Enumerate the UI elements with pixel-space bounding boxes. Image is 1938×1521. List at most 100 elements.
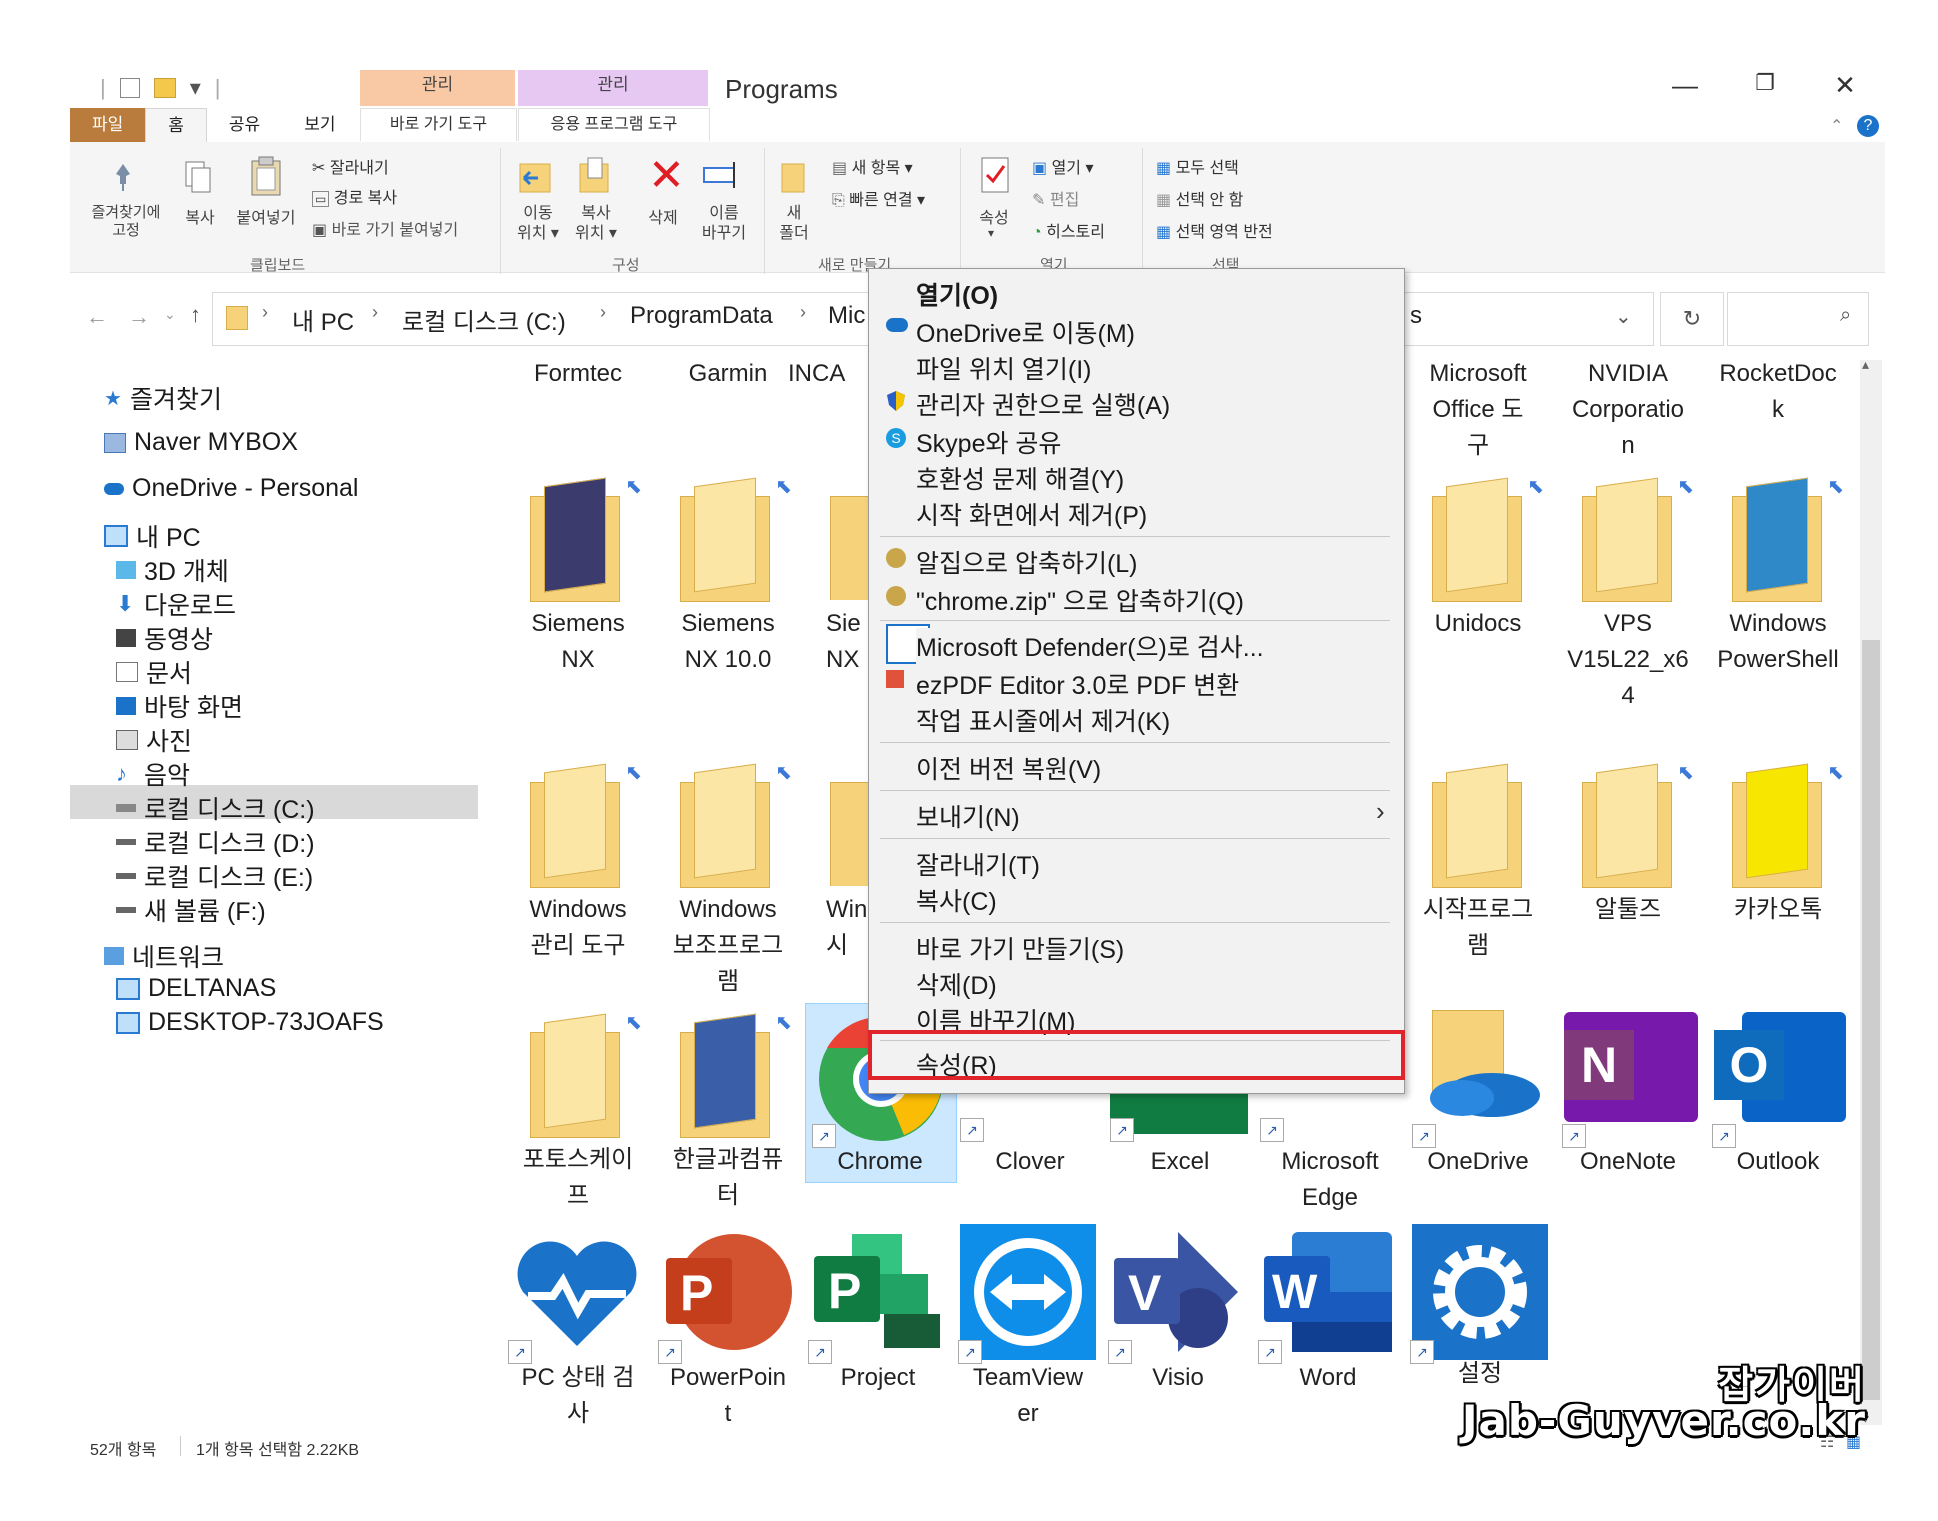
- nav-videos[interactable]: 동영상: [116, 620, 213, 656]
- menu-copy[interactable]: 복사(C): [916, 882, 997, 918]
- folder-hancom-icon[interactable]: ⬉: [680, 1012, 792, 1138]
- folder-altools-icon[interactable]: ⬉: [1582, 762, 1694, 888]
- menu-share-skype[interactable]: Skype와 공유: [916, 424, 1061, 460]
- breadcrumb-microsoft[interactable]: Mic: [828, 302, 865, 330]
- menu-open-file-location[interactable]: 파일 위치 열기(I): [916, 350, 1092, 386]
- tab-shortcut-tools[interactable]: 바로 가기 도구: [360, 108, 517, 141]
- easy-access-button[interactable]: ⎘ 빠른 연결 ▾: [832, 186, 925, 210]
- folder-kakaotalk-icon[interactable]: ⬉: [1732, 762, 1844, 888]
- tab-app-tools[interactable]: 응용 프로그램 도구: [518, 108, 710, 141]
- breadcrumb-local-disk-c[interactable]: 로컬 디스크 (C:): [402, 302, 566, 337]
- tab-view[interactable]: 보기: [282, 108, 357, 142]
- nav-quick-access[interactable]: ★ 즐겨찾기: [104, 380, 222, 416]
- nav-naver-mybox[interactable]: Naver MYBOX: [104, 428, 298, 457]
- properties-quick-icon[interactable]: [119, 78, 140, 98]
- forward-arrow-icon[interactable]: →: [128, 304, 150, 330]
- folder-formtec-label[interactable]: Formtec: [508, 356, 648, 392]
- nav-network[interactable]: 네트워크: [104, 938, 224, 974]
- menu-create-shortcut[interactable]: 바로 가기 만들기(S): [916, 930, 1124, 966]
- folder-windows-admin-icon[interactable]: ⬉: [530, 762, 642, 888]
- open-button[interactable]: ▣ 열기 ▾: [1032, 154, 1093, 178]
- nav-pictures[interactable]: 사진: [116, 722, 192, 758]
- nav-volume-f[interactable]: 새 볼륨 (F:): [116, 892, 266, 928]
- customize-qat-icon[interactable]: ▾: [190, 75, 201, 101]
- breadcrumb-programs-tail[interactable]: s: [1410, 302, 1422, 330]
- paste-shortcut-button[interactable]: ▣ 바로 가기 붙여넣기: [312, 216, 458, 240]
- delete-button[interactable]: 삭제: [638, 204, 688, 228]
- powerpoint-icon[interactable]: P ↗: [658, 1226, 796, 1364]
- minimize-button[interactable]: —: [1655, 70, 1715, 101]
- menu-run-as-admin[interactable]: 관리자 권한으로 실행(A): [916, 386, 1170, 422]
- scroll-up-icon[interactable]: ▴: [1862, 356, 1869, 373]
- settings-gear-icon[interactable]: ↗: [1410, 1222, 1552, 1364]
- select-none-button[interactable]: ▦ 선택 안 함: [1156, 186, 1243, 210]
- folder-garmin-label[interactable]: Garmin: [658, 356, 798, 392]
- nav-3d-objects[interactable]: 3D 개체: [116, 552, 229, 588]
- new-folder-button[interactable]: 새 폴더: [774, 204, 814, 244]
- menu-move-to-onedrive[interactable]: OneDrive로 이동(M): [916, 314, 1135, 350]
- menu-send-to[interactable]: 보내기(N): [916, 798, 1020, 834]
- help-icon[interactable]: ?: [1857, 115, 1879, 137]
- tab-share[interactable]: 공유: [207, 108, 282, 142]
- nav-desktop[interactable]: 바탕 화면: [116, 688, 243, 724]
- recent-locations-icon[interactable]: ⌄: [164, 306, 176, 323]
- pc-health-icon[interactable]: ↗: [508, 1226, 646, 1364]
- menu-cut[interactable]: 잘라내기(T): [916, 846, 1040, 882]
- copy-button[interactable]: 복사: [176, 204, 224, 228]
- up-arrow-icon[interactable]: ↑: [190, 302, 201, 328]
- paste-button[interactable]: 붙여넣기: [230, 204, 302, 228]
- menu-open[interactable]: 열기(O): [916, 276, 998, 312]
- search-icon[interactable]: ⌕: [1840, 304, 1851, 327]
- menu-unpin-start[interactable]: 시작 화면에서 제거(P): [916, 496, 1147, 532]
- folder-sie-nx-icon[interactable]: [830, 482, 868, 600]
- folder-startup-icon[interactable]: [1432, 763, 1524, 888]
- tab-file[interactable]: 파일: [70, 108, 146, 142]
- nav-this-pc[interactable]: 내 PC: [104, 518, 201, 554]
- folder-nvidia-label[interactable]: NVIDIA Corporatio n: [1558, 356, 1698, 464]
- copy-path-button[interactable]: ▭ 경로 복사: [312, 184, 397, 208]
- nav-deltanas[interactable]: DELTANAS: [116, 974, 276, 1003]
- onedrive-app-icon[interactable]: ↗: [1412, 1010, 1550, 1148]
- folder-siemens-nx10-icon[interactable]: ⬉: [680, 476, 792, 602]
- nav-local-disk-d[interactable]: 로컬 디스크 (D:): [116, 824, 315, 860]
- nav-documents[interactable]: 문서: [116, 654, 192, 690]
- restore-button[interactable]: ❐: [1735, 70, 1795, 96]
- history-button[interactable]: ◔ 히스토리: [1032, 218, 1105, 242]
- teamviewer-icon[interactable]: ↗: [958, 1222, 1100, 1364]
- tab-home[interactable]: 홈: [145, 108, 207, 142]
- visio-icon[interactable]: V ↗: [1108, 1226, 1246, 1364]
- close-button[interactable]: ✕: [1815, 70, 1875, 101]
- folder-siemens-nx-icon[interactable]: ⬉: [530, 476, 642, 602]
- select-all-button[interactable]: ▦ 모두 선택: [1156, 154, 1239, 178]
- menu-ezpdf-convert[interactable]: ezPDF Editor 3.0로 PDF 변환: [916, 666, 1239, 702]
- folder-unidocs-icon[interactable]: ⬉: [1432, 476, 1544, 602]
- folder-rocketdock-label[interactable]: RocketDoc k: [1708, 356, 1848, 428]
- copy-to-button[interactable]: 복사 위치 ▾: [566, 204, 626, 244]
- menu-delete[interactable]: 삭제(D): [916, 966, 997, 1002]
- back-arrow-icon[interactable]: ←: [86, 304, 108, 330]
- menu-defender-scan[interactable]: Microsoft Defender(으)로 검사...: [916, 628, 1264, 664]
- menu-restore-previous[interactable]: 이전 버전 복원(V): [916, 750, 1101, 786]
- menu-troubleshoot-compat[interactable]: 호환성 문제 해결(Y): [916, 460, 1124, 496]
- nav-downloads[interactable]: ⬇ 다운로드: [116, 586, 236, 622]
- folder-vps-icon[interactable]: ⬉: [1582, 476, 1694, 602]
- nav-onedrive[interactable]: OneDrive - Personal: [104, 474, 358, 503]
- nav-local-disk-e[interactable]: 로컬 디스크 (E:): [116, 858, 313, 894]
- pin-quick-access-button[interactable]: 즐겨찾기에 고정: [78, 204, 174, 240]
- menu-unpin-taskbar[interactable]: 작업 표시줄에서 제거(K): [916, 702, 1170, 738]
- new-folder-quick-icon[interactable]: [153, 78, 176, 98]
- new-item-button[interactable]: ▤ 새 항목 ▾: [832, 154, 913, 178]
- invert-selection-button[interactable]: ▦ 선택 영역 반전: [1156, 218, 1273, 242]
- breadcrumb-programdata[interactable]: ProgramData: [630, 302, 773, 330]
- project-icon[interactable]: P ↗: [808, 1226, 946, 1364]
- cut-button[interactable]: ✂ 잘라내기: [312, 154, 389, 178]
- word-icon[interactable]: W ↗: [1258, 1226, 1396, 1364]
- scrollbar-thumb[interactable]: [1862, 640, 1880, 1400]
- folder-win-partial-icon[interactable]: [830, 768, 868, 886]
- folder-inca-label[interactable]: INCA: [788, 356, 868, 392]
- folder-ms-office-tools-label[interactable]: Microsoft Office 도 구: [1408, 356, 1548, 464]
- edit-button[interactable]: ✎ 편집: [1032, 186, 1079, 210]
- nav-desktop-pc[interactable]: DESKTOP-73JOAFS: [116, 1008, 384, 1037]
- address-dropdown-icon[interactable]: ⌄: [1615, 304, 1632, 329]
- nav-local-disk-c[interactable]: 로컬 디스크 (C:): [116, 790, 315, 826]
